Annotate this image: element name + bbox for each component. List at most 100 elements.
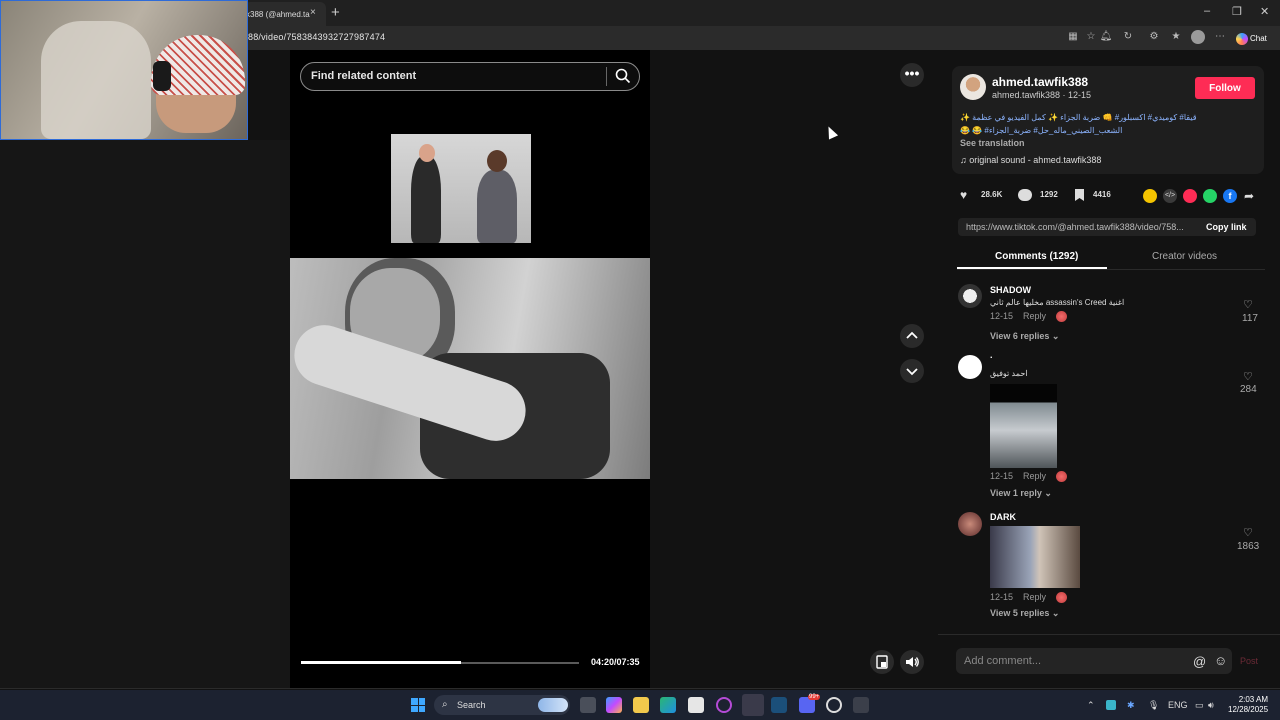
- creator-avatar[interactable]: [960, 74, 986, 100]
- language-indicator[interactable]: ENG: [1168, 700, 1188, 710]
- comment-author[interactable]: .: [990, 350, 993, 360]
- webcam-overlay: [0, 0, 248, 140]
- video-frame-image-top: [391, 134, 531, 243]
- saves-count: 4416: [1093, 190, 1111, 199]
- see-translation-link[interactable]: See translation: [960, 138, 1025, 148]
- system-clock[interactable]: 2:03 AM 12/28/2025: [1228, 695, 1268, 715]
- creator-liked-icon: [1056, 311, 1067, 322]
- tab-close-icon[interactable]: ×: [310, 7, 316, 18]
- reply-button[interactable]: Reply: [1023, 592, 1046, 602]
- music-note-icon: ♫: [960, 155, 970, 165]
- taskbar-search-label[interactable]: Search: [457, 700, 486, 710]
- clock-date: 12/28/2025: [1228, 705, 1269, 714]
- comment-heart-icon[interactable]: ♡: [1243, 298, 1253, 311]
- volume-button[interactable]: [900, 650, 924, 674]
- obs-icon[interactable]: [826, 697, 842, 713]
- active-app-icon[interactable]: [742, 694, 764, 716]
- file-explorer-icon[interactable]: [633, 697, 649, 713]
- pip-icon: [876, 655, 888, 669]
- speaker-icon[interactable]: 🔊︎: [1208, 700, 1214, 711]
- reply-button[interactable]: Reply: [1023, 471, 1046, 481]
- opera-icon[interactable]: [716, 697, 732, 713]
- comment-heart-icon[interactable]: ♡: [1243, 370, 1253, 383]
- comment-avatar[interactable]: [958, 355, 982, 379]
- woman-figure: [411, 156, 441, 243]
- comment-image-car[interactable]: [990, 384, 1057, 468]
- video-link[interactable]: https://www.tiktok.com/@ahmed.tawfik388/…: [966, 222, 1194, 232]
- comment-text: احمد توفيق: [990, 369, 1028, 378]
- profile-avatar[interactable]: [1191, 30, 1205, 44]
- facebook-icon[interactable]: f: [1223, 189, 1237, 203]
- windows-start-icon[interactable]: [411, 698, 425, 712]
- copilot-icon: [1236, 33, 1248, 45]
- more-menu-icon[interactable]: ⋯: [1213, 31, 1227, 45]
- creator-liked-icon: [1056, 471, 1067, 482]
- new-tab-button[interactable]: +: [331, 4, 340, 21]
- store-icon[interactable]: [688, 697, 704, 713]
- steam-icon[interactable]: [771, 697, 787, 713]
- view-replies-link[interactable]: View 6 replies ⌄: [990, 331, 1059, 342]
- mention-icon[interactable]: @: [1193, 654, 1206, 669]
- share-friends-icon[interactable]: [1143, 189, 1157, 203]
- comment-author[interactable]: DARK: [990, 512, 1016, 522]
- comment-avatar[interactable]: [958, 512, 982, 536]
- search-highlight-icon: [538, 698, 568, 712]
- comment-heart-icon[interactable]: ♡: [1243, 526, 1253, 539]
- tab-comments[interactable]: Comments (1292): [995, 251, 1078, 262]
- comment-image-chess[interactable]: [990, 526, 1080, 588]
- collections-icon[interactable]: ★: [1169, 31, 1183, 45]
- creator-handle-date: ahmed.tawfik388 · 12-15: [992, 90, 1092, 100]
- favorite-star-icon[interactable]: ☆: [1084, 31, 1098, 45]
- reply-button[interactable]: Reply: [1023, 311, 1046, 321]
- extensions-icon[interactable]: ⚙: [1147, 31, 1161, 45]
- picture-in-picture-button[interactable]: [870, 650, 894, 674]
- task-view-icon[interactable]: [580, 697, 596, 713]
- embed-icon[interactable]: </>: [1163, 189, 1177, 203]
- reader-mode-icon[interactable]: ▦: [1066, 31, 1080, 45]
- comment-likes: 1863: [1237, 541, 1260, 552]
- heart-icon[interactable]: ♥: [960, 188, 967, 202]
- post-button[interactable]: Post: [1240, 656, 1258, 666]
- add-comment-placeholder[interactable]: Add comment...: [964, 655, 1041, 667]
- progress-fill[interactable]: [301, 661, 461, 664]
- minimize-icon[interactable]: –: [1204, 5, 1210, 17]
- notification-icon[interactable]: 🔔︎: [1099, 31, 1113, 45]
- share-arrow-icon[interactable]: ➦: [1244, 189, 1254, 203]
- maximize-icon[interactable]: ❐: [1232, 5, 1242, 18]
- refresh-icon[interactable]: ↻: [1121, 31, 1135, 45]
- clock-time: 2:03 AM: [1238, 695, 1269, 704]
- whatsapp-icon[interactable]: [1203, 189, 1217, 203]
- comment-avatar[interactable]: [958, 284, 982, 308]
- follow-button[interactable]: Follow: [1195, 77, 1255, 99]
- next-video-button[interactable]: [900, 359, 924, 383]
- copilot-chat-button[interactable]: Chat: [1236, 29, 1276, 47]
- comment-date: 12-15: [990, 471, 1014, 481]
- send-icon[interactable]: [1183, 189, 1197, 203]
- network-icon[interactable]: ▭: [1195, 700, 1204, 711]
- more-options-button[interactable]: •••: [900, 63, 924, 87]
- previous-video-button[interactable]: [900, 324, 924, 348]
- comment-author[interactable]: SHADOW: [990, 285, 1031, 295]
- tab-creator-videos[interactable]: Creator videos: [1152, 251, 1217, 262]
- close-window-icon[interactable]: ✕: [1260, 5, 1269, 18]
- edge-icon[interactable]: [660, 697, 676, 713]
- view-replies-link[interactable]: View 1 reply ⌄: [990, 488, 1052, 499]
- original-sound-link[interactable]: ♫ original sound - ahmed.tawfik388: [960, 155, 1101, 165]
- copy-link-button[interactable]: Copy link: [1206, 222, 1247, 232]
- search-icon: ⌕: [442, 699, 448, 710]
- controller-icon[interactable]: [853, 697, 869, 713]
- url-field[interactable]: 88/video/7583843932727987474: [248, 32, 385, 42]
- tray-app-icon[interactable]: [1106, 700, 1116, 710]
- comment-input-divider: [938, 634, 1280, 635]
- microphone-icon[interactable]: 🎙︎: [1148, 700, 1159, 711]
- bluetooth-icon[interactable]: ✱: [1127, 700, 1135, 711]
- related-search-placeholder[interactable]: Find related content: [311, 70, 416, 82]
- view-replies-link[interactable]: View 5 replies ⌄: [990, 608, 1059, 619]
- search-icon[interactable]: [614, 67, 632, 85]
- sound-label: original sound - ahmed.tawfik388: [969, 155, 1102, 165]
- comment-icon[interactable]: [1018, 189, 1032, 201]
- creator-name[interactable]: ahmed.tawfik388: [992, 75, 1088, 89]
- emoji-icon[interactable]: ☺: [1214, 653, 1227, 668]
- tray-expand-icon[interactable]: ⌃: [1087, 700, 1095, 711]
- copilot-app-icon[interactable]: [606, 697, 622, 713]
